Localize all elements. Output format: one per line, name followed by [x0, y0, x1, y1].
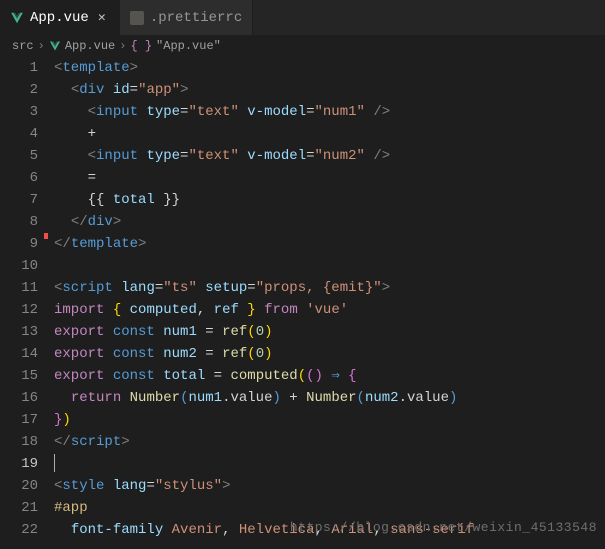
code-area[interactable]: <template> <div id="app"> <input type="t…	[50, 57, 605, 541]
tab-label: App.vue	[30, 10, 89, 26]
prettier-icon	[130, 11, 144, 25]
text-cursor	[54, 454, 55, 472]
close-icon[interactable]: ✕	[95, 11, 109, 25]
chevron-right-icon: ›	[119, 39, 126, 53]
braces-icon: { }	[130, 39, 152, 53]
vue-icon	[49, 40, 61, 52]
tab-label: .prettierrc	[150, 10, 242, 26]
vue-icon	[10, 11, 24, 25]
chevron-right-icon: ›	[38, 39, 45, 53]
watermark: https://blog.csdn.net/weixin_45133548	[290, 520, 597, 535]
tab-bar: App.vue ✕ .prettierrc	[0, 0, 605, 35]
error-marker	[44, 233, 48, 239]
tab-app-vue[interactable]: App.vue ✕	[0, 0, 120, 35]
code-editor[interactable]: 1 2 3 4 5 6 7 8 9 10 11 12 13 14 15 16 1…	[0, 57, 605, 541]
line-gutter: 1 2 3 4 5 6 7 8 9 10 11 12 13 14 15 16 1…	[0, 57, 50, 541]
breadcrumb-item[interactable]: src	[12, 39, 34, 53]
breadcrumb[interactable]: src › App.vue › { } "App.vue"	[0, 35, 605, 57]
breadcrumb-item[interactable]: App.vue	[65, 39, 115, 53]
tab-prettierrc[interactable]: .prettierrc	[120, 0, 253, 35]
breadcrumb-item[interactable]: "App.vue"	[156, 39, 221, 53]
